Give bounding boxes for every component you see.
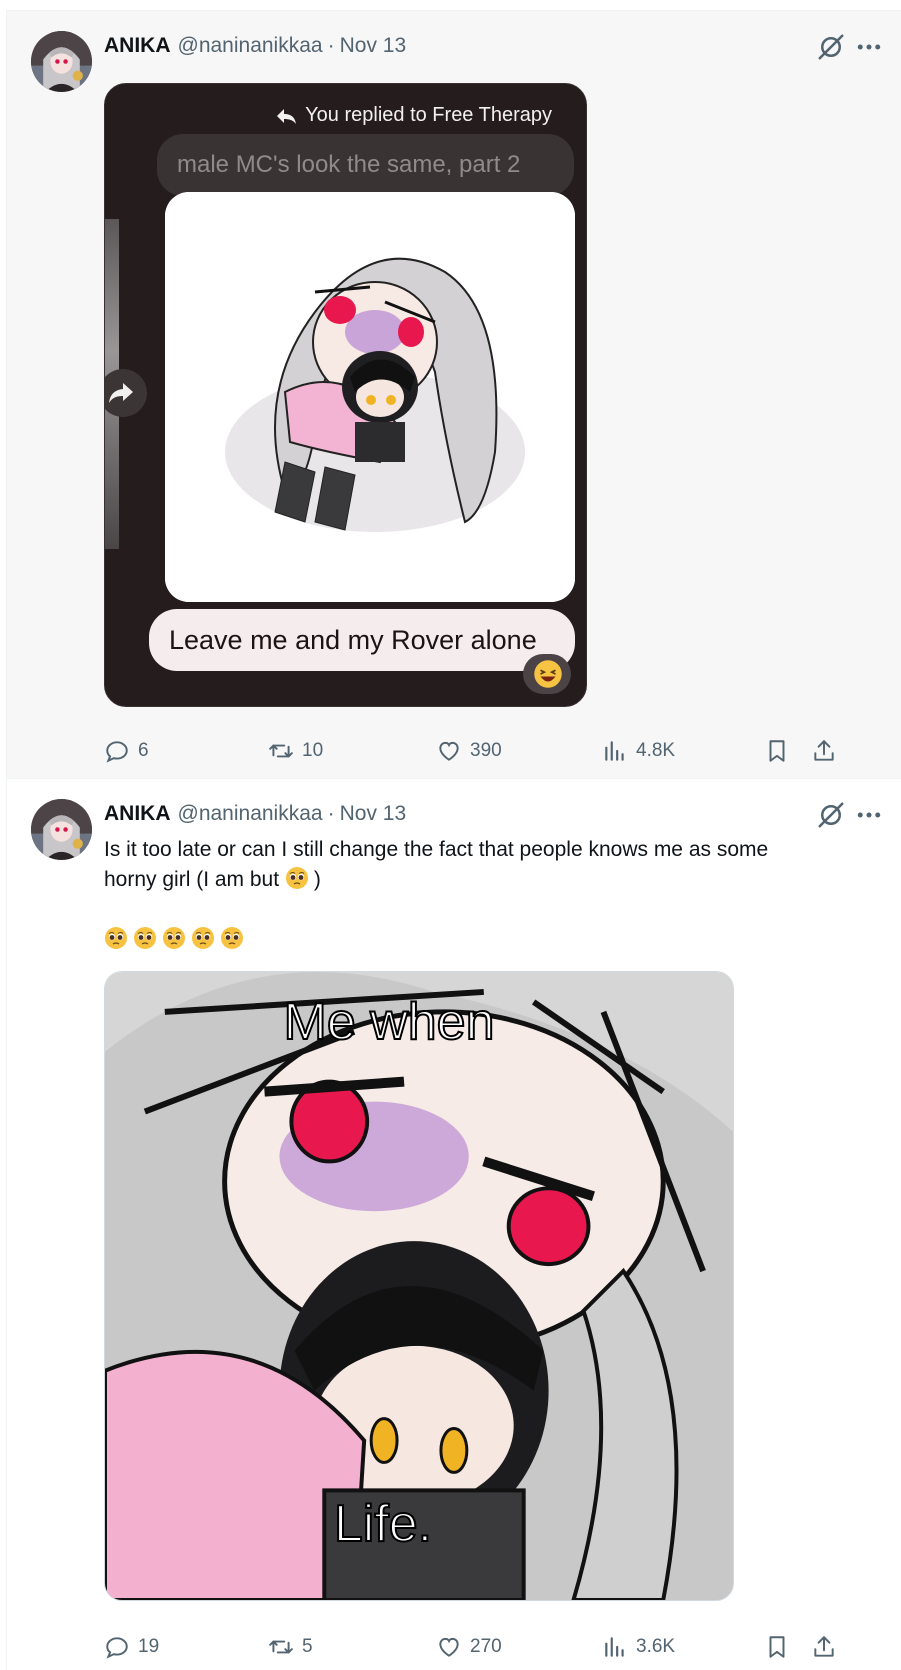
reply-note: You replied to Free Therapy [275, 104, 552, 127]
timeline-feed: ANIKA @naninanikkaa · Nov 13 You replied… [6, 10, 901, 1670]
like-count: 390 [470, 740, 502, 761]
tweet-text-segment: horny girl (I am but [104, 868, 285, 891]
pleading-face-emoji-icon [220, 926, 244, 950]
tweet-date[interactable]: Nov 13 [340, 802, 407, 826]
tweet-text-segment: ) [313, 868, 321, 891]
bookmark-icon [764, 738, 790, 764]
reply-count: 19 [138, 1636, 160, 1657]
tweet-text: Is it too late or can I still change the… [104, 835, 864, 955]
retweet-icon [268, 1634, 294, 1660]
tweet-header: ANIKA @naninanikkaa · Nov 13 [104, 31, 406, 61]
share-icon [811, 1634, 837, 1660]
tweet-header: ANIKA @naninanikkaa · Nov 13 [104, 799, 406, 829]
tweet-media-image[interactable]: You replied to Free Therapy male MC's lo… [104, 83, 587, 707]
tweet[interactable]: ANIKA @naninanikkaa · Nov 13 Is it too l… [7, 779, 901, 1670]
separator-dot: · [327, 802, 335, 825]
meme-caption-bottom: Life. [333, 1494, 433, 1554]
reply-button[interactable]: 19 [104, 1627, 159, 1667]
forward-icon [105, 369, 147, 417]
meme-caption-top: Me when [283, 992, 496, 1052]
avatar[interactable] [31, 31, 92, 92]
more-options-icon[interactable] [854, 800, 884, 830]
retweet-icon [268, 738, 294, 764]
views-count: 4.8K [636, 740, 676, 761]
pleading-face-emoji-icon [285, 866, 309, 890]
heart-icon [436, 1634, 462, 1660]
quoted-message: male MC's look the same, part 2 [157, 134, 574, 196]
views-button[interactable]: 4.8K [602, 731, 675, 771]
retweet-count: 5 [302, 1636, 313, 1657]
tweet-media-image[interactable]: Me when Life. [104, 971, 734, 1601]
separator-dot: · [327, 34, 335, 57]
views-count: 3.6K [636, 1636, 676, 1657]
heart-icon [436, 738, 462, 764]
share-icon [811, 738, 837, 764]
pleading-face-emoji-icon [191, 926, 215, 950]
reply-button[interactable]: 6 [104, 731, 149, 771]
tweet-text-line: horny girl (I am but ) [104, 865, 864, 895]
bookmark-icon [764, 1634, 790, 1660]
laughing-emoji-icon [523, 654, 571, 694]
emoji-row [104, 925, 864, 955]
pleading-face-emoji-icon [133, 926, 157, 950]
reply-arrow-icon [277, 108, 297, 124]
like-button[interactable]: 270 [436, 1627, 502, 1667]
more-options-icon[interactable] [854, 32, 884, 62]
reply-icon [104, 1634, 130, 1660]
retweet-button[interactable]: 10 [268, 731, 323, 771]
views-icon [602, 1634, 628, 1660]
pleading-face-emoji-icon [104, 926, 128, 950]
author-name[interactable]: ANIKA [104, 34, 171, 58]
retweet-button[interactable]: 5 [268, 1627, 313, 1667]
reply-note-text: You replied to Free Therapy [305, 104, 552, 126]
bookmark-button[interactable] [764, 731, 790, 771]
author-name[interactable]: ANIKA [104, 802, 171, 826]
tweet-actions: 19 5 270 3.6K [104, 1627, 886, 1667]
reply-count: 6 [138, 740, 149, 761]
share-button[interactable] [811, 1627, 837, 1667]
reply-icon [104, 738, 130, 764]
author-handle[interactable]: @naninanikkaa [178, 802, 323, 826]
like-button[interactable]: 390 [436, 731, 502, 771]
tweet-date[interactable]: Nov 13 [340, 34, 407, 58]
chibi-artwork [165, 192, 575, 602]
views-icon [602, 738, 628, 764]
author-handle[interactable]: @naninanikkaa [178, 34, 323, 58]
like-count: 270 [470, 1636, 502, 1657]
pleading-face-emoji-icon [162, 926, 186, 950]
message-bubble: Leave me and my Rover alone [149, 609, 575, 671]
bookmark-button[interactable] [764, 1627, 790, 1667]
grok-icon[interactable] [816, 800, 846, 830]
tweet[interactable]: ANIKA @naninanikkaa · Nov 13 You replied… [7, 11, 901, 779]
tweet-text-line: Is it too late or can I still change the… [104, 838, 769, 861]
views-button[interactable]: 3.6K [602, 1627, 675, 1667]
share-button[interactable] [811, 731, 837, 771]
retweet-count: 10 [302, 740, 324, 761]
grok-icon[interactable] [816, 32, 846, 62]
tweet-actions: 6 10 390 4.8K [104, 731, 886, 771]
avatar[interactable] [31, 799, 92, 860]
